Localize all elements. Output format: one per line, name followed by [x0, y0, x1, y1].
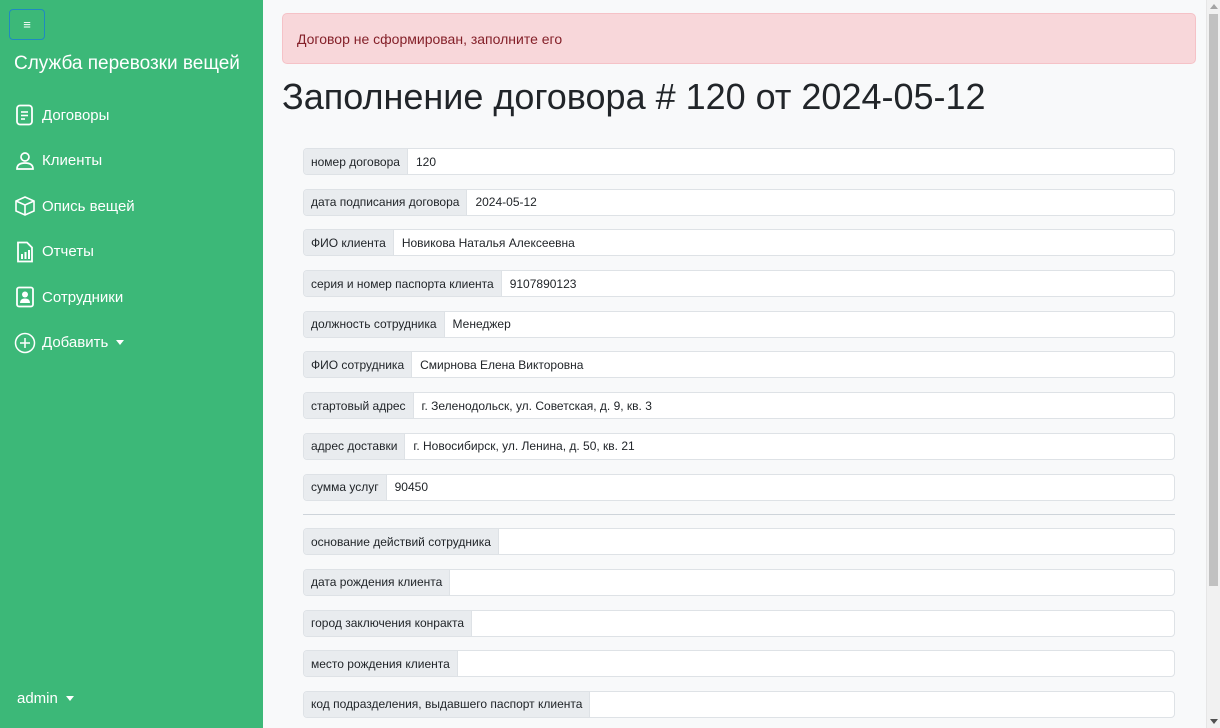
field-value[interactable]: Новикова Наталья Алексеевна — [394, 230, 1174, 255]
field-label: ФИО сотрудника — [304, 352, 413, 378]
sidebar-nav: Договоры Клиенты Опись вещей Отчеты Сотр… — [14, 100, 254, 373]
field-contract-number[interactable]: номер договора 120 — [303, 148, 1175, 175]
field-label: город заключения конракта — [304, 610, 473, 636]
field-input[interactable] — [458, 651, 1174, 676]
field-input[interactable] — [450, 570, 1174, 595]
sidebar-item-label: Отчеты — [42, 243, 94, 260]
field-label: серия и номер паспорта клиента — [304, 271, 502, 297]
field-value[interactable]: 120 — [408, 149, 1174, 174]
field-label: код подразделения, выдавшего паспорт кли… — [304, 691, 591, 717]
sidebar-item-label: Клиенты — [42, 152, 103, 169]
scroll-down-arrow-icon[interactable] — [1210, 719, 1218, 724]
field-value[interactable]: 9107890123 — [502, 271, 1174, 296]
field-label: сумма услуг — [304, 474, 387, 500]
field-label: дата рождения клиента — [304, 569, 451, 595]
username: admin — [17, 690, 58, 707]
report-icon — [14, 240, 36, 264]
field-value[interactable]: г. Зеленодольск, ул. Советская, д. 9, кв… — [414, 393, 1174, 418]
box-icon — [14, 194, 36, 218]
chevron-down-icon — [116, 340, 125, 345]
field-label: дата подписания договора — [304, 189, 468, 215]
field-service-sum[interactable]: сумма услуг 90450 — [303, 473, 1175, 501]
sidebar-item-employees[interactable]: Сотрудники — [14, 282, 254, 312]
employee-badge-icon — [14, 285, 36, 309]
scroll-up-arrow-icon[interactable] — [1210, 4, 1218, 9]
sidebar-item-label: Сотрудники — [42, 288, 124, 306]
field-client-name[interactable]: ФИО клиента Новикова Наталья Алексеевна — [303, 229, 1175, 257]
field-label: стартовый адрес — [304, 393, 414, 419]
vertical-scrollbar[interactable] — [1206, 0, 1220, 728]
sidebar-item-contracts[interactable]: Договоры — [14, 100, 254, 130]
brand-title: Служба перевозки вещей — [14, 53, 240, 74]
sidebar-item-inventory[interactable]: Опись вещей — [14, 191, 254, 221]
chevron-down-icon — [65, 696, 74, 701]
alert-danger: Договор не сформирован, заполните его — [282, 13, 1196, 64]
field-label: номер договора — [304, 149, 408, 174]
sidebar: ≡ Служба перевозки вещей Договоры Клиент… — [0, 0, 263, 728]
sidebar-toggle-button[interactable]: ≡ — [9, 9, 45, 40]
scrollbar-thumb[interactable] — [1209, 14, 1218, 586]
user-menu[interactable]: admin — [17, 690, 74, 707]
field-label: место рождения клиента — [304, 651, 458, 677]
field-value[interactable]: Смирнова Елена Викторовна — [412, 352, 1174, 377]
field-signing-date[interactable]: дата подписания договора 2024-05-12 — [303, 188, 1175, 216]
sidebar-item-label: Договоры — [42, 106, 110, 124]
person-icon — [14, 149, 36, 173]
field-client-birth-date[interactable]: дата рождения клиента — [303, 568, 1175, 596]
document-icon — [14, 103, 36, 127]
contract-form: номер договора 120 дата подписания догов… — [303, 148, 1175, 728]
field-value[interactable]: г. Новосибирск, ул. Ленина, д. 50, кв. 2… — [405, 434, 1174, 459]
field-input[interactable] — [499, 529, 1174, 554]
hamburger-icon: ≡ — [23, 17, 31, 32]
field-contract-city[interactable]: город заключения конракта — [303, 609, 1175, 637]
field-input[interactable] — [472, 611, 1174, 636]
sidebar-item-reports[interactable]: Отчеты — [14, 237, 254, 267]
sidebar-item-label: Добавить — [42, 334, 109, 351]
field-start-address[interactable]: стартовый адрес г. Зеленодольск, ул. Сов… — [303, 392, 1175, 420]
field-employee-authority[interactable]: основание действий сотрудника — [303, 528, 1175, 556]
field-employee-name[interactable]: ФИО сотрудника Смирнова Елена Викторовна — [303, 351, 1175, 379]
field-employee-position[interactable]: должность сотрудника Менеджер — [303, 310, 1175, 338]
main-content: Договор не сформирован, заполните его За… — [263, 0, 1206, 728]
field-value[interactable]: Менеджер — [445, 312, 1174, 337]
sidebar-item-clients[interactable]: Клиенты — [14, 146, 254, 176]
field-label: основание действий сотрудника — [304, 529, 499, 555]
sidebar-item-add[interactable]: Добавить — [14, 328, 254, 358]
field-label: адрес доставки — [304, 433, 406, 459]
plus-circle-icon — [14, 331, 36, 355]
field-client-passport[interactable]: серия и номер паспорта клиента 910789012… — [303, 270, 1175, 298]
sidebar-item-label: Опись вещей — [42, 197, 135, 215]
page-title: Заполнение договора # 120 от 2024-05-12 — [282, 76, 986, 117]
field-client-birth-place[interactable]: место рождения клиента — [303, 650, 1175, 678]
field-value[interactable]: 2024-05-12 — [467, 190, 1174, 215]
field-label: ФИО клиента — [304, 230, 394, 256]
field-label: должность сотрудника — [304, 311, 445, 337]
form-divider — [303, 514, 1175, 516]
field-value[interactable]: 90450 — [387, 475, 1174, 500]
field-delivery-address[interactable]: адрес доставки г. Новосибирск, ул. Ленин… — [303, 432, 1175, 460]
field-input[interactable] — [590, 692, 1174, 717]
field-passport-issuer-code[interactable]: код подразделения, выдавшего паспорт кли… — [303, 690, 1175, 718]
